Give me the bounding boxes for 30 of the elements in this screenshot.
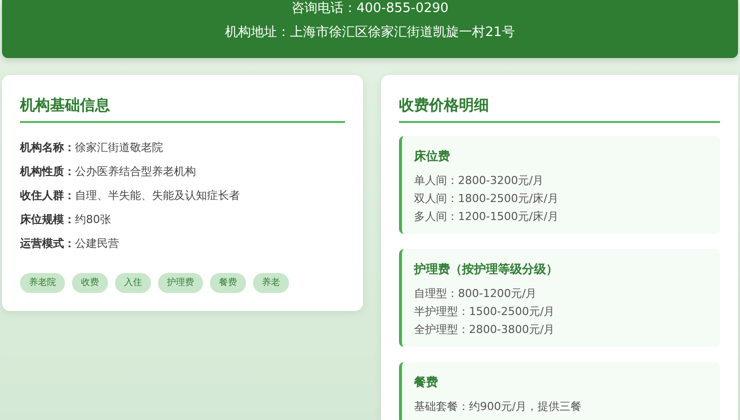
price-line: 双人间：1800-2500元/床/月 — [414, 191, 560, 207]
tag: 餐费 — [210, 273, 246, 293]
address-text: 机构地址：上海市徐汇区徐家汇街道凯旋一村21号 — [225, 24, 515, 42]
phone-text: 咨询电话：400-855-0290 — [291, 0, 449, 18]
price-line: 半护理型：1500-2500元/月 — [414, 304, 556, 320]
section-title: 护理费（按护理等级分级） — [414, 261, 559, 278]
price-line: 自理型：800-1200元/月 — [414, 286, 538, 302]
tag: 入住 — [115, 273, 151, 293]
section-title: 床位费 — [414, 148, 451, 165]
field-label: 机构名称： — [20, 140, 75, 156]
tag: 收费 — [72, 273, 108, 293]
section-title: 餐费 — [414, 374, 439, 391]
field-label: 运营模式： — [20, 236, 75, 252]
field-value: 公建民营 — [75, 236, 119, 252]
card-title: 收费价格明细 — [399, 95, 720, 123]
card-title: 机构基础信息 — [20, 95, 345, 123]
field-value: 徐家汇街道敬老院 — [75, 140, 163, 156]
tag: 护理费 — [158, 273, 203, 293]
price-line: 多人间：1200-1500元/床/月 — [414, 209, 560, 225]
tag: 养老院 — [20, 273, 65, 293]
field-value: 约80张 — [75, 212, 111, 228]
price-line: 基础套餐：约900元/月，提供三餐 — [414, 399, 583, 415]
tag: 养老 — [253, 273, 289, 293]
field-value: 自理、半失能、失能及认知症长者 — [75, 188, 240, 204]
price-line: 单人间：2800-3200元/月 — [414, 173, 545, 189]
field-label: 床位规模： — [20, 212, 75, 228]
field-label: 机构性质： — [20, 164, 75, 180]
field-label: 收住人群： — [20, 188, 75, 204]
price-line: 全护理型：2800-3800元/月 — [414, 322, 556, 338]
field-value: 公办医养结合型养老机构 — [75, 164, 196, 180]
